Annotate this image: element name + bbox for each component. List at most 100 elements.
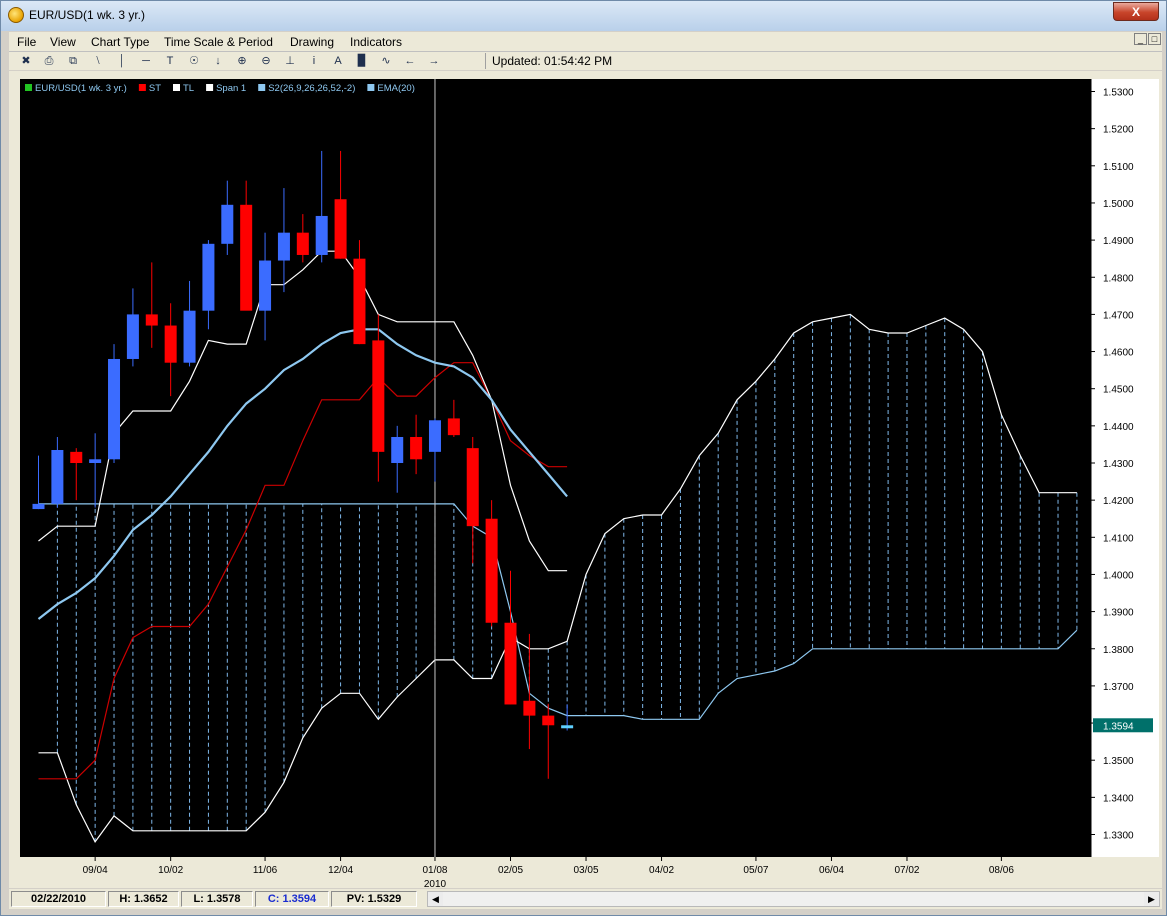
legend-swatch <box>138 84 146 91</box>
legend-swatch <box>258 84 266 91</box>
x-year-label: 2010 <box>424 879 447 888</box>
toolbar: ✖ ⎙ ⧉ ⧵ │ ─ T ☉ ↓ ⊕ ⊖ ⊥ i A ▉ ∿ ← → Upda… <box>9 52 1162 70</box>
menu-time-scale[interactable]: Time Scale & Period <box>164 35 273 49</box>
horizontal-line-icon[interactable]: ─ <box>139 54 153 68</box>
y-tick-label: 1.4600 <box>1103 348 1134 359</box>
print-icon[interactable]: ⎙ <box>42 54 56 68</box>
legend-swatch <box>206 84 214 91</box>
copy-icon[interactable]: ⧉ <box>66 54 80 68</box>
candle-body <box>89 459 102 463</box>
y-tick-label: 1.5100 <box>1103 162 1134 173</box>
candle-body <box>108 358 121 460</box>
y-tick-label: 1.5000 <box>1103 199 1134 210</box>
candle-body <box>296 232 309 255</box>
legend-label: S2(26,9,26,26,52,-2) <box>268 83 355 94</box>
legend-swatch <box>173 84 180 91</box>
candle-body <box>32 503 45 510</box>
menu-view[interactable]: View <box>50 35 76 49</box>
y-tick-label: 1.4200 <box>1103 496 1134 507</box>
minimize-icon[interactable]: _ <box>1134 33 1147 45</box>
candle-body <box>126 314 139 359</box>
y-tick-label: 1.4900 <box>1103 236 1134 247</box>
candle-body <box>164 325 177 363</box>
scroll-left-icon[interactable]: ← <box>403 54 417 68</box>
y-tick-label: 1.3400 <box>1103 793 1134 804</box>
candle-body <box>183 310 196 363</box>
arrow-down-icon[interactable]: ↓ <box>211 54 225 68</box>
legend-label: EUR/USD(1 wk. 3 yr.) <box>35 83 127 94</box>
status-bar: 02/22/2010 H: 1.3652 L: 1.3578 C: 1.3594… <box>9 889 1162 909</box>
close-button[interactable]: X <box>1113 2 1159 21</box>
y-tick-label: 1.4300 <box>1103 459 1134 470</box>
candle-body <box>485 518 498 623</box>
x-tick-label: 03/05 <box>574 865 599 876</box>
candle-body <box>334 199 347 259</box>
candle-body <box>523 700 536 716</box>
y-tick-label: 1.4500 <box>1103 385 1134 396</box>
candle-body <box>561 725 574 729</box>
updated-time: Updated: 01:54:42 PM <box>485 53 612 69</box>
candle-body <box>504 622 517 705</box>
menu-bar: File View Chart Type Time Scale & Period… <box>9 32 1162 52</box>
candle-body <box>202 243 215 311</box>
text-icon[interactable]: T <box>163 54 177 68</box>
last-price-label: 1.3594 <box>1103 721 1134 732</box>
candle-body <box>428 420 441 452</box>
trendline-icon[interactable]: ⧵ <box>91 54 105 68</box>
status-low: L: 1.3578 <box>181 891 253 907</box>
cursor-icon[interactable]: ✖ <box>19 54 33 68</box>
crosshair-icon[interactable]: ☉ <box>187 54 201 68</box>
candle-body <box>410 436 423 460</box>
candle-body <box>51 449 64 504</box>
candle-body <box>145 314 158 326</box>
candle-body <box>70 451 83 463</box>
ichimoku-chart[interactable]: 1.5300 1.5200 1.5100 1.5000 1.4900 1.4800 1.47… <box>9 71 1162 890</box>
zoom-in-icon[interactable]: ⊕ <box>235 54 249 68</box>
candle-body <box>447 418 460 436</box>
plot-area <box>20 79 1091 857</box>
candle-body <box>259 260 272 311</box>
x-tick-label: 02/05 <box>498 865 523 876</box>
x-tick-label: 10/02 <box>158 865 183 876</box>
line-style-icon[interactable]: ∿ <box>379 54 393 68</box>
vertical-line-icon[interactable]: │ <box>115 54 129 68</box>
menu-file[interactable]: File <box>17 35 36 49</box>
menu-drawing[interactable]: Drawing <box>290 35 334 49</box>
y-tick-label: 1.4800 <box>1103 273 1134 284</box>
restore-icon[interactable]: □ <box>1148 33 1161 45</box>
chart-panel[interactable]: 1.5300 1.5200 1.5100 1.5000 1.4900 1.4800 1.47… <box>9 71 1162 890</box>
legend-swatch <box>25 84 32 91</box>
status-date: 02/22/2010 <box>11 891 106 907</box>
font-icon[interactable]: A <box>331 54 345 68</box>
y-tick-label: 1.3700 <box>1103 682 1134 693</box>
horizontal-scrollbar[interactable]: ◀ ▶ <box>427 891 1160 907</box>
menu-chart-type[interactable]: Chart Type <box>91 35 149 49</box>
app-logo-icon <box>8 7 24 23</box>
zoom-out-icon[interactable]: ⊖ <box>259 54 273 68</box>
candle-body <box>353 258 366 345</box>
scroll-right-icon[interactable]: → <box>427 54 441 68</box>
baseline-icon[interactable]: ⊥ <box>283 54 297 68</box>
menu-indicators[interactable]: Indicators <box>350 35 402 49</box>
x-tick-label: 04/02 <box>649 865 674 876</box>
x-tick-label: 07/02 <box>894 865 919 876</box>
legend-swatch <box>367 84 375 91</box>
app-window: EUR/USD(1 wk. 3 yr.) X File View Chart T… <box>0 0 1167 916</box>
y-tick-label: 1.5300 <box>1103 88 1134 99</box>
y-tick-label: 1.3500 <box>1103 756 1134 767</box>
scroll-left-arrow-icon[interactable]: ◀ <box>428 892 443 906</box>
title-bar[interactable]: EUR/USD(1 wk. 3 yr.) X <box>1 1 1166 31</box>
x-tick-label: 05/07 <box>743 865 768 876</box>
info-icon[interactable]: i <box>307 54 321 68</box>
bar-chart-icon[interactable]: ▉ <box>355 54 369 68</box>
status-high: H: 1.3652 <box>108 891 179 907</box>
scroll-right-arrow-icon[interactable]: ▶ <box>1144 892 1159 906</box>
candle-body <box>277 232 290 261</box>
candle-body <box>372 340 385 452</box>
x-tick-label: 01/08 <box>422 865 447 876</box>
candle-body <box>221 204 234 244</box>
x-tick-label: 06/04 <box>819 865 844 876</box>
x-tick-label: 12/04 <box>328 865 353 876</box>
y-tick-label: 1.4700 <box>1103 310 1134 321</box>
x-tick-label: 11/06 <box>253 865 278 876</box>
